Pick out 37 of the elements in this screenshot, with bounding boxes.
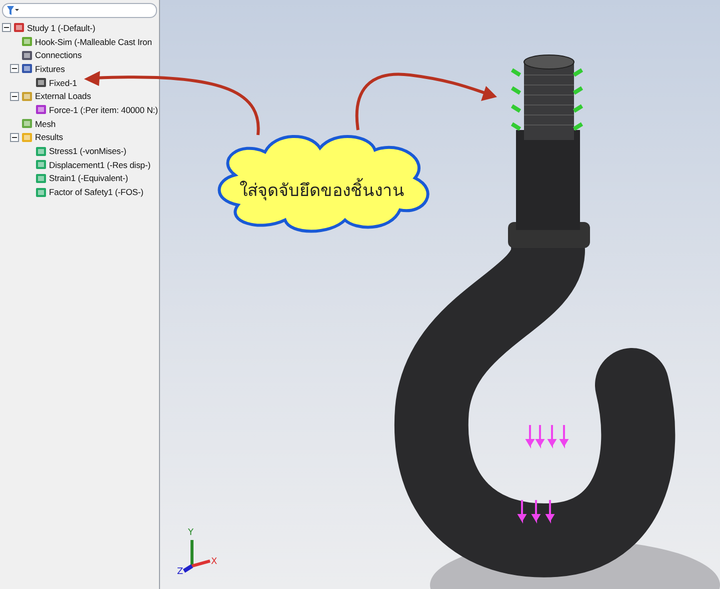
- loads-icon: [21, 90, 33, 102]
- filter-icon: [7, 6, 19, 15]
- tree-item[interactable]: Factor of Safety1 (-FOS-): [49, 187, 144, 198]
- axis-label: Z: [177, 567, 184, 577]
- tree-item[interactable]: Force-1 (:Per item: 40000 N:): [49, 104, 158, 115]
- tree-item[interactable]: Strain1 (-Equivalent-): [49, 173, 128, 184]
- tree-item[interactable]: Fixtures: [35, 64, 65, 74]
- axis-label: X: [211, 557, 218, 567]
- tree-item[interactable]: Displacement1 (-Res disp-): [49, 160, 151, 170]
- plot-icon: [35, 146, 47, 157]
- expand-toggle[interactable]: [10, 92, 19, 101]
- tree-item[interactable]: Results: [35, 132, 63, 142]
- fixtures-icon: [21, 63, 33, 74]
- plot-icon: [35, 159, 47, 170]
- axis-label: Y: [188, 528, 194, 538]
- part-icon: [21, 36, 33, 48]
- filter-field[interactable]: [2, 3, 157, 18]
- study-icon: [13, 22, 25, 34]
- expand-toggle[interactable]: [10, 132, 19, 142]
- axis-triad-drawing: [182, 540, 210, 573]
- expand-toggle[interactable]: [2, 23, 11, 32]
- callout-text: ใส่จุดจับยึดของชิ้นงาน: [222, 176, 422, 203]
- tree-item[interactable]: Study 1 (-Default-): [27, 22, 96, 33]
- tree-item[interactable]: Fixed-1: [49, 78, 77, 88]
- tree-item[interactable]: Connections: [35, 50, 82, 60]
- tree-item[interactable]: External Loads: [35, 91, 91, 102]
- force-icon: [35, 104, 47, 116]
- connections-icon: [21, 50, 33, 61]
- tree-item[interactable]: Mesh: [35, 118, 56, 129]
- tree-item[interactable]: Hook-Sim (-Malleable Cast Iron: [35, 36, 152, 47]
- expand-toggle[interactable]: [10, 64, 19, 74]
- tree-item[interactable]: Stress1 (-vonMises-): [49, 146, 126, 156]
- fixed-icon: [35, 77, 47, 88]
- results-icon: [21, 132, 33, 143]
- mesh-icon: [21, 118, 33, 130]
- plot-icon: [35, 186, 47, 198]
- plot-icon: [35, 172, 47, 184]
